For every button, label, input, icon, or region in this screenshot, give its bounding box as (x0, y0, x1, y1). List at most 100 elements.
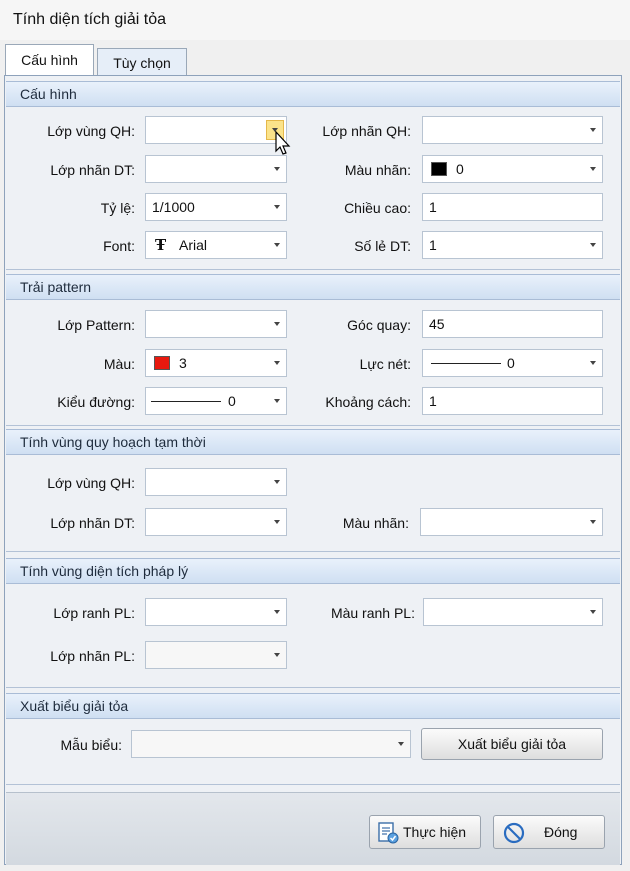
label-lop-nhan-qh: Lớp nhãn QH: (322, 123, 411, 139)
font-icon: Ŧ (155, 236, 167, 254)
ty-le-combo[interactable]: 1/1000 (145, 193, 287, 221)
temp-lop-nhan-dt-combo[interactable] (145, 508, 287, 536)
mouse-cursor-icon (275, 131, 291, 155)
title-bar: Tính diện tích giải tỏa (0, 0, 630, 40)
chevron-down-icon (590, 361, 596, 365)
chevron-down-icon (590, 167, 596, 171)
goc-quay-input[interactable]: 45 (422, 310, 603, 338)
lop-nhan-pl-combo[interactable] (145, 641, 287, 669)
footer-bar: Thực hiện Đóng (6, 792, 620, 865)
label-goc-quay: Góc quay: (347, 317, 411, 333)
label-mau-nhan: Màu nhãn: (344, 162, 411, 178)
label-lop-pattern: Lớp Pattern: (57, 317, 135, 333)
dong-label: Đóng (544, 824, 578, 840)
color-swatch (431, 162, 447, 176)
lop-vung-qh-combo[interactable] (145, 116, 287, 144)
label-mau-nhan: Màu nhãn: (342, 515, 409, 531)
font-combo[interactable]: Ŧ Arial (145, 231, 287, 259)
dong-button[interactable]: Đóng (493, 815, 605, 849)
chieu-cao-input[interactable]: 1 (422, 193, 603, 221)
section-header: Tính vùng quy hoạch tạm thời (6, 429, 620, 455)
khoang-cach-value: 1 (429, 393, 437, 409)
mau-nhan-combo[interactable]: 0 (422, 155, 603, 183)
run-document-icon (378, 822, 399, 844)
chevron-down-icon (590, 128, 596, 132)
lop-ranh-pl-combo[interactable] (145, 598, 287, 626)
chevron-down-icon (274, 399, 280, 403)
section-pattern: Trải pattern Lớp Pattern: Góc quay: 45 M… (6, 274, 620, 424)
label-lop-vung-qh: Lớp vùng QH: (47, 475, 135, 491)
goc-quay-value: 45 (429, 316, 445, 332)
chevron-down-icon (590, 520, 596, 524)
tab-tuy-chon[interactable]: Tùy chọn (97, 48, 187, 76)
label-luc-net: Lực nét: (359, 356, 411, 372)
label-chieu-cao: Chiều cao: (344, 200, 411, 216)
label-lop-ranh-pl: Lớp ranh PL: (53, 605, 135, 621)
kieu-duong-value: 0 (228, 393, 236, 409)
mau-value: 3 (179, 355, 187, 371)
section-title: Tính vùng diện tích pháp lý (20, 563, 189, 579)
tab-cau-hinh[interactable]: Cấu hình (5, 44, 94, 76)
mau-ranh-pl-combo[interactable] (423, 598, 603, 626)
section-header: Cấu hình (6, 81, 620, 107)
main-panel: Cấu hình Lớp vùng QH: Lớp nhãn QH: Lớp n… (4, 75, 622, 865)
chevron-down-icon (590, 243, 596, 247)
ty-le-value: 1/1000 (152, 199, 195, 215)
thuc-hien-button[interactable]: Thực hiện (369, 815, 481, 849)
section-title: Trải pattern (20, 279, 92, 295)
chevron-down-icon (274, 520, 280, 524)
font-value: Arial (179, 237, 208, 253)
thuc-hien-label: Thực hiện (403, 824, 467, 840)
lop-nhan-qh-combo[interactable] (422, 116, 603, 144)
no-entry-icon (503, 822, 525, 844)
section-header: Xuất biểu giải tỏa (6, 693, 620, 719)
section-title: Tính vùng quy hoạch tạm thời (20, 434, 206, 450)
chevron-down-icon (274, 243, 280, 247)
chevron-down-icon (274, 610, 280, 614)
label-lop-nhan-dt: Lớp nhãn DT: (50, 162, 135, 178)
chevron-down-icon (274, 322, 280, 326)
label-lop-nhan-pl: Lớp nhãn PL: (50, 648, 135, 664)
line-preview (151, 401, 221, 402)
divider (6, 425, 620, 426)
section-temp: Tính vùng quy hoạch tạm thời Lớp vùng QH… (6, 429, 620, 542)
window-title: Tính diện tích giải tỏa (13, 11, 166, 28)
section-header: Tính vùng diện tích pháp lý (6, 558, 620, 584)
section-export: Xuất biểu giải tỏa Mẫu biểu: Xuất biểu g… (6, 693, 620, 783)
label-lop-nhan-dt: Lớp nhãn DT: (50, 515, 135, 531)
khoang-cach-input[interactable]: 1 (422, 387, 603, 415)
lop-pattern-combo[interactable] (145, 310, 287, 338)
mau-nhan-value: 0 (456, 161, 464, 177)
label-mau-bieu: Mẫu biểu: (60, 737, 122, 753)
divider (6, 687, 620, 688)
color-swatch (154, 356, 170, 370)
so-le-dt-combo[interactable]: 1 (422, 231, 603, 259)
luc-net-combo[interactable]: 0 (422, 349, 603, 377)
luc-net-value: 0 (507, 355, 515, 371)
mau-bieu-combo[interactable] (131, 730, 411, 758)
chevron-down-icon (274, 361, 280, 365)
label-mau-ranh-pl: Màu ranh PL: (330, 605, 415, 621)
tab-bar: Cấu hình Tùy chọn (0, 40, 630, 76)
chevron-down-icon (590, 610, 596, 614)
kieu-duong-combo[interactable]: 0 (145, 387, 287, 415)
mau-combo[interactable]: 3 (145, 349, 287, 377)
label-khoang-cach: Khoảng cách: (325, 394, 411, 410)
divider (6, 784, 620, 785)
temp-lop-vung-qh-combo[interactable] (145, 468, 287, 496)
xuat-bieu-button[interactable]: Xuất biểu giải tỏa (421, 728, 603, 760)
label-font: Font: (103, 238, 135, 254)
lop-nhan-dt-combo[interactable] (145, 155, 287, 183)
divider (6, 269, 620, 270)
section-config: Cấu hình Lớp vùng QH: Lớp nhãn QH: Lớp n… (6, 81, 620, 266)
section-title: Cấu hình (20, 86, 77, 102)
so-le-dt-value: 1 (429, 237, 437, 253)
temp-mau-nhan-combo[interactable] (420, 508, 603, 536)
section-header: Trải pattern (6, 274, 620, 300)
label-ty-le: Tỷ lệ: (100, 200, 135, 216)
line-preview (431, 363, 501, 364)
label-lop-vung-qh: Lớp vùng QH: (47, 123, 135, 139)
chevron-down-icon (274, 205, 280, 209)
section-legal: Tính vùng diện tích pháp lý Lớp ranh PL:… (6, 558, 620, 678)
divider (6, 551, 620, 552)
